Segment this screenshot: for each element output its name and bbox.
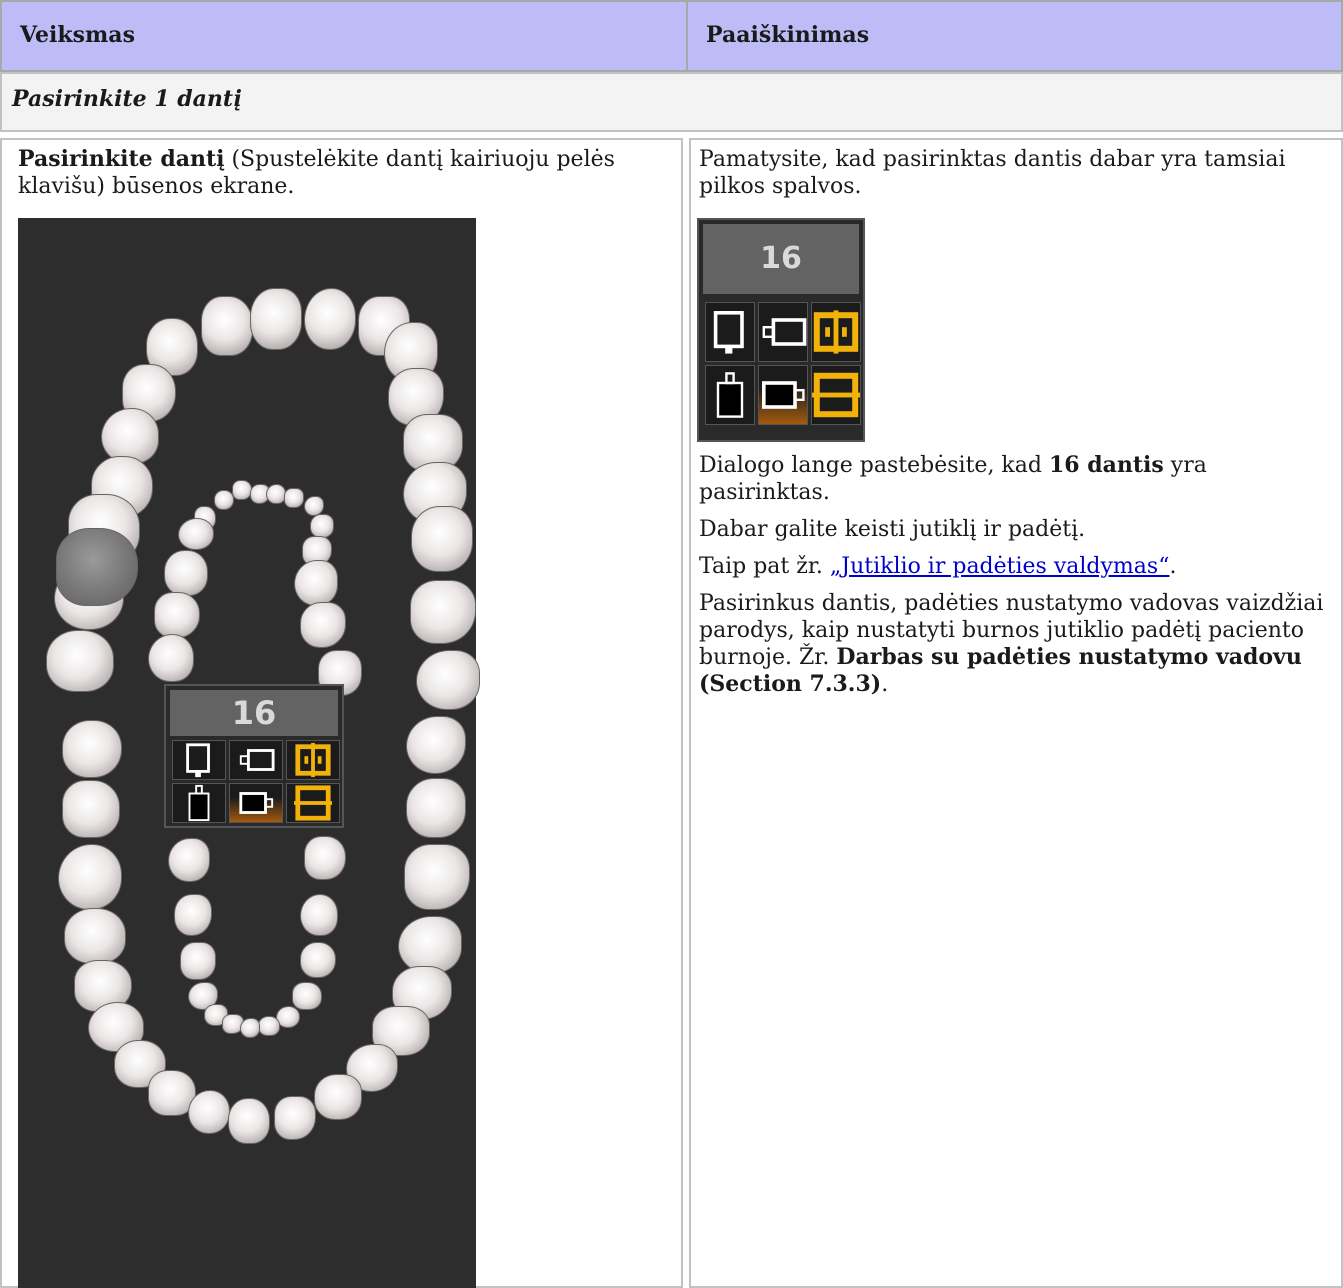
tooth[interactable] xyxy=(180,942,216,980)
tooth[interactable] xyxy=(164,550,208,596)
tooth[interactable] xyxy=(416,650,480,710)
dialog-text: Dialogo lange pastebėsite, kad 16 dantis… xyxy=(699,452,1207,505)
tooth-status-panel: 16 xyxy=(164,684,344,828)
tooth[interactable] xyxy=(58,844,122,910)
tooth[interactable] xyxy=(284,488,304,508)
see-also-text: Taip pat žr. „Jutiklio ir padėties valdy… xyxy=(699,554,1177,579)
column-header-explanation: Paaiškinimas xyxy=(686,0,1343,72)
mirror-horizontal-button[interactable] xyxy=(286,783,340,823)
tooth-number-display: 16 xyxy=(170,690,338,736)
tooth[interactable] xyxy=(240,1018,260,1038)
tooth[interactable] xyxy=(304,836,346,880)
tooth[interactable] xyxy=(310,514,334,538)
tooth[interactable] xyxy=(62,720,122,778)
tooth[interactable] xyxy=(266,484,286,504)
tooth-status-panel-zoom: 16 xyxy=(697,218,865,442)
guide-text: Pasirinkus dantis, padėties nustatymo va… xyxy=(699,591,1324,697)
tooth[interactable] xyxy=(62,780,120,838)
section-title-row: Pasirinkite 1 dantį xyxy=(0,72,1343,132)
tooth[interactable] xyxy=(292,982,322,1010)
tooth[interactable] xyxy=(300,894,338,936)
tooth[interactable] xyxy=(411,506,473,572)
column-header-explanation-label: Paaiškinimas xyxy=(706,22,870,48)
tooth[interactable] xyxy=(174,894,212,936)
tooth[interactable] xyxy=(168,838,210,882)
sensor-horizontal-active-button[interactable] xyxy=(758,365,808,425)
tooth[interactable] xyxy=(178,518,214,550)
tooth[interactable] xyxy=(274,1096,316,1140)
sensor-vertical-alt-button[interactable] xyxy=(172,783,226,823)
mirror-horizontal-button[interactable] xyxy=(811,365,861,425)
mirror-vertical-button[interactable] xyxy=(811,302,861,362)
sensor-vertical-alt-button[interactable] xyxy=(705,365,755,425)
tooth-16-selected[interactable] xyxy=(56,528,138,606)
sensor-vertical-button[interactable] xyxy=(705,302,755,362)
column-header-action-label: Veiksmas xyxy=(20,22,135,48)
tooth[interactable] xyxy=(300,942,336,978)
tooth[interactable] xyxy=(304,496,324,516)
tooth[interactable] xyxy=(304,288,356,350)
tooth[interactable] xyxy=(300,602,346,648)
tooth-number-display: 16 xyxy=(703,224,859,294)
tooth[interactable] xyxy=(148,634,194,682)
tooth[interactable] xyxy=(154,592,200,638)
column-header-action: Veiksmas xyxy=(0,0,712,72)
tooth-16-bold: 16 dantis xyxy=(1048,452,1164,478)
sensor-vertical-button[interactable] xyxy=(172,740,226,780)
tooth[interactable] xyxy=(64,908,126,964)
sensor-position-control-link[interactable]: „Jutiklio ir padėties valdymas“ xyxy=(830,554,1170,579)
tooth[interactable] xyxy=(250,288,302,350)
sensor-horizontal-button[interactable] xyxy=(229,740,283,780)
tooth[interactable] xyxy=(258,1016,280,1036)
tooth[interactable] xyxy=(314,1074,362,1120)
tooth[interactable] xyxy=(232,480,252,500)
section-title: Pasirinkite 1 dantį xyxy=(12,86,242,112)
change-text: Dabar galite keisti jutiklį ir padėtį. xyxy=(699,517,1086,542)
action-bold: Pasirinkite dantį xyxy=(18,146,225,172)
sensor-horizontal-active-button[interactable] xyxy=(229,783,283,823)
mirror-vertical-button[interactable] xyxy=(286,740,340,780)
tooth[interactable] xyxy=(294,560,338,606)
tooth[interactable] xyxy=(410,580,476,644)
sensor-horizontal-button[interactable] xyxy=(758,302,808,362)
tooth[interactable] xyxy=(188,1090,230,1134)
tooth[interactable] xyxy=(46,630,114,692)
result-intro-text: Pamatysite, kad pasirinktas dantis dabar… xyxy=(699,147,1286,199)
tooth[interactable] xyxy=(406,778,466,838)
tooth[interactable] xyxy=(201,296,253,356)
tooth[interactable] xyxy=(228,1098,270,1144)
action-text: Pasirinkite dantį (Spustelėkite dantį ka… xyxy=(18,146,681,200)
tooth[interactable] xyxy=(406,716,466,774)
tooth[interactable] xyxy=(404,844,470,910)
tooth[interactable] xyxy=(214,490,234,510)
